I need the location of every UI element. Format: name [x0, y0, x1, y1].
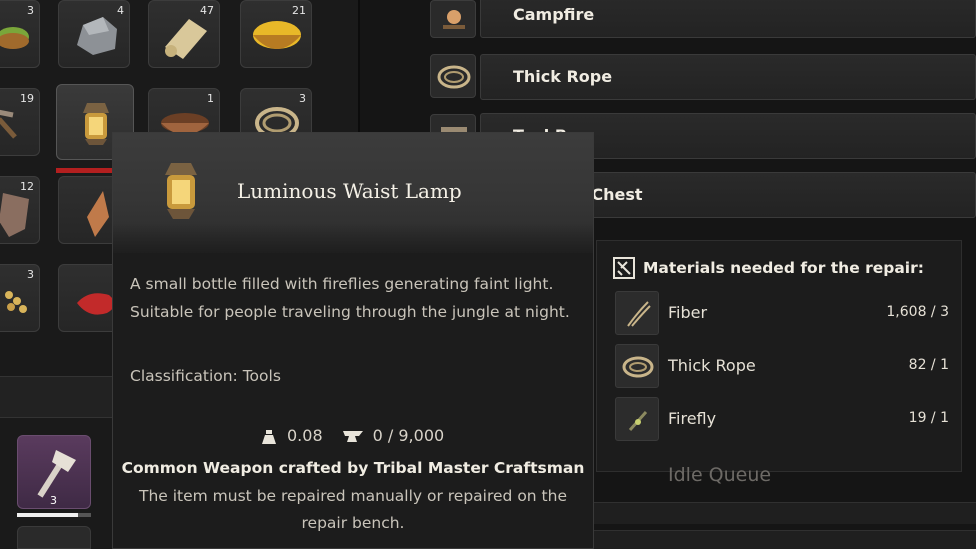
- herb-icon: [0, 27, 29, 49]
- recipe-item-thick-rope[interactable]: Thick Rope: [480, 54, 976, 100]
- tooltip-description: A small bottle filled with fireflies gen…: [130, 275, 570, 321]
- slot-count: 3: [50, 494, 57, 507]
- seeds-icon: [5, 291, 27, 313]
- material-icon-slot: [615, 291, 659, 335]
- slot-count: 3: [27, 268, 34, 281]
- idle-queue-label: Idle Queue: [668, 464, 772, 486]
- slot-count: 4: [117, 4, 124, 17]
- material-row-thick-rope: Thick Rope 82 / 1: [615, 344, 955, 388]
- inventory-slot-seeds[interactable]: 3: [0, 264, 40, 332]
- recipe-item-campfire[interactable]: Campfire: [480, 0, 976, 38]
- tooltip-header: Luminous Waist Lamp: [113, 133, 593, 253]
- material-row-fiber: Fiber 1,608 / 3: [615, 291, 955, 335]
- material-row-firefly: Firefly 19 / 1: [615, 397, 955, 441]
- tooltip-stats: 0.08 0 / 9,000: [259, 426, 444, 445]
- slot-count: 12: [20, 180, 34, 193]
- rope-icon: [437, 65, 471, 89]
- inventory-slot-parchment[interactable]: 47: [148, 0, 220, 68]
- tooltip-weight: 0.08: [287, 426, 323, 445]
- slot-count: 19: [20, 92, 34, 105]
- inventory-slot-next[interactable]: [17, 526, 91, 549]
- recipe-label: Campfire: [513, 5, 595, 24]
- tooltip-classification: Classification: Tools: [130, 367, 281, 385]
- inventory-slot-broth-bowl[interactable]: 21: [240, 0, 312, 68]
- equipped-weapon-slot[interactable]: 3: [17, 435, 91, 509]
- slot-count: 47: [200, 4, 214, 17]
- inventory-slot-hide[interactable]: 12: [0, 176, 40, 244]
- slot-count: 21: [292, 4, 306, 17]
- queue-slot[interactable]: [594, 502, 976, 524]
- material-name: Thick Rope: [668, 356, 756, 375]
- repair-materials-panel: Materials needed for the repair: Fiber 1…: [596, 240, 962, 472]
- recipe-label: Thick Rope: [513, 67, 613, 86]
- weight-icon: [262, 429, 276, 444]
- campfire-icon: [443, 10, 465, 29]
- anvil-icon: [342, 430, 363, 442]
- material-count: 19 / 1: [908, 410, 949, 426]
- tooltip-durability: 0 / 9,000: [372, 426, 445, 445]
- firefly-icon: [628, 411, 648, 431]
- inventory-slot-stone[interactable]: 4: [58, 0, 130, 68]
- lamp-icon: [165, 163, 197, 219]
- repair-icon: [613, 257, 635, 279]
- inventory-slot-herb[interactable]: 3: [0, 0, 40, 68]
- inventory-slot-pickaxe[interactable]: 19: [0, 88, 40, 156]
- material-icon-slot: [615, 344, 659, 388]
- fiber-icon: [627, 301, 651, 327]
- material-icon-slot: [615, 397, 659, 441]
- queue-slot[interactable]: [594, 530, 976, 549]
- weapon-durability-bar: [17, 513, 91, 517]
- slot-count: 3: [299, 92, 306, 105]
- item-tooltip: Luminous Waist Lamp A small bottle fille…: [112, 132, 594, 549]
- slot-count: 1: [207, 92, 214, 105]
- recipe-icon-thick-rope: [430, 54, 476, 98]
- materials-title: Materials needed for the repair:: [643, 259, 924, 277]
- slot-count: 3: [27, 4, 34, 17]
- recipe-icon-campfire: [430, 0, 476, 38]
- material-count: 82 / 1: [908, 357, 949, 373]
- tooltip-repair-note: The item must be repaired manually or re…: [138, 487, 567, 532]
- material-name: Fiber: [668, 303, 708, 322]
- tooltip-crafted-by: Common Weapon crafted by Tribal Master C…: [121, 459, 585, 477]
- tooltip-title: Luminous Waist Lamp: [237, 179, 462, 203]
- material-count: 1,608 / 3: [886, 304, 949, 320]
- rope-icon: [622, 356, 654, 378]
- material-name: Firefly: [668, 409, 717, 428]
